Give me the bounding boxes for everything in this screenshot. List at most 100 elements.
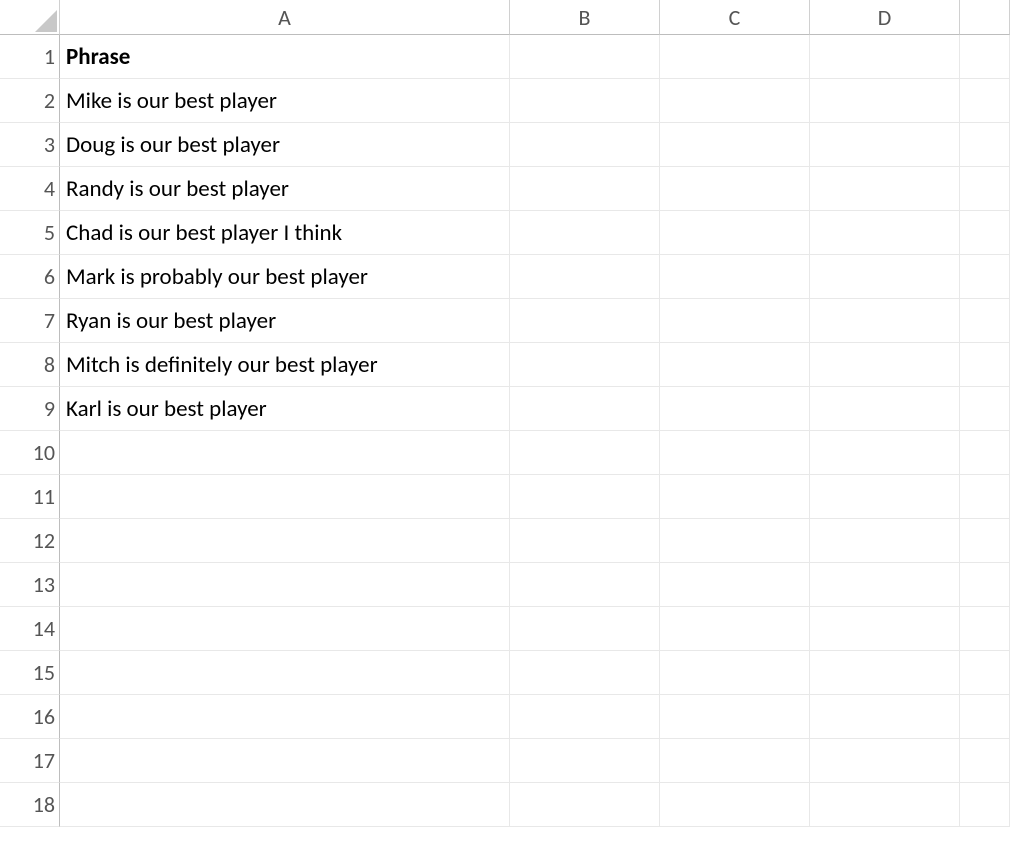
select-all-corner[interactable]: [0, 0, 60, 35]
row-header-13[interactable]: 13: [0, 563, 60, 607]
cell-A7[interactable]: Ryan is our best player: [60, 299, 510, 343]
cell-D7[interactable]: [810, 299, 960, 343]
cell-B4[interactable]: [510, 167, 660, 211]
cell-E16[interactable]: [960, 695, 1010, 739]
cell-E4[interactable]: [960, 167, 1010, 211]
cell-B11[interactable]: [510, 475, 660, 519]
cell-B18[interactable]: [510, 783, 660, 827]
row-header-6[interactable]: 6: [0, 255, 60, 299]
cell-D6[interactable]: [810, 255, 960, 299]
cell-A14[interactable]: [60, 607, 510, 651]
cell-A8[interactable]: Mitch is definitely our best player: [60, 343, 510, 387]
row-header-11[interactable]: 11: [0, 475, 60, 519]
cell-C15[interactable]: [660, 651, 810, 695]
cell-D13[interactable]: [810, 563, 960, 607]
cell-B15[interactable]: [510, 651, 660, 695]
row-header-5[interactable]: 5: [0, 211, 60, 255]
row-header-1[interactable]: 1: [0, 35, 60, 79]
row-header-9[interactable]: 9: [0, 387, 60, 431]
cell-A13[interactable]: [60, 563, 510, 607]
cell-C4[interactable]: [660, 167, 810, 211]
cell-D4[interactable]: [810, 167, 960, 211]
cell-D5[interactable]: [810, 211, 960, 255]
row-header-12[interactable]: 12: [0, 519, 60, 563]
cell-C18[interactable]: [660, 783, 810, 827]
cell-E15[interactable]: [960, 651, 1010, 695]
cell-E2[interactable]: [960, 79, 1010, 123]
cell-E1[interactable]: [960, 35, 1010, 79]
cell-B8[interactable]: [510, 343, 660, 387]
cell-B9[interactable]: [510, 387, 660, 431]
cell-B16[interactable]: [510, 695, 660, 739]
cell-E8[interactable]: [960, 343, 1010, 387]
cell-D12[interactable]: [810, 519, 960, 563]
cell-B3[interactable]: [510, 123, 660, 167]
cell-A16[interactable]: [60, 695, 510, 739]
cell-A2[interactable]: Mike is our best player: [60, 79, 510, 123]
row-header-15[interactable]: 15: [0, 651, 60, 695]
cell-B10[interactable]: [510, 431, 660, 475]
cell-C2[interactable]: [660, 79, 810, 123]
column-header-D[interactable]: D: [810, 0, 960, 35]
cell-E6[interactable]: [960, 255, 1010, 299]
column-header-partial[interactable]: [960, 0, 1010, 35]
column-header-B[interactable]: B: [510, 0, 660, 35]
cell-C10[interactable]: [660, 431, 810, 475]
cell-B12[interactable]: [510, 519, 660, 563]
cell-C1[interactable]: [660, 35, 810, 79]
cell-C7[interactable]: [660, 299, 810, 343]
row-header-10[interactable]: 10: [0, 431, 60, 475]
row-header-14[interactable]: 14: [0, 607, 60, 651]
cell-D18[interactable]: [810, 783, 960, 827]
cell-A4[interactable]: Randy is our best player: [60, 167, 510, 211]
column-header-C[interactable]: C: [660, 0, 810, 35]
cell-E10[interactable]: [960, 431, 1010, 475]
column-header-A[interactable]: A: [60, 0, 510, 35]
cell-E13[interactable]: [960, 563, 1010, 607]
cell-E11[interactable]: [960, 475, 1010, 519]
cell-A18[interactable]: [60, 783, 510, 827]
cell-A5[interactable]: Chad is our best player I think: [60, 211, 510, 255]
cell-A12[interactable]: [60, 519, 510, 563]
row-header-8[interactable]: 8: [0, 343, 60, 387]
cell-B2[interactable]: [510, 79, 660, 123]
row-header-16[interactable]: 16: [0, 695, 60, 739]
cell-C16[interactable]: [660, 695, 810, 739]
cell-C17[interactable]: [660, 739, 810, 783]
cell-A1[interactable]: Phrase: [60, 35, 510, 79]
row-header-3[interactable]: 3: [0, 123, 60, 167]
cell-D15[interactable]: [810, 651, 960, 695]
cell-D2[interactable]: [810, 79, 960, 123]
row-header-17[interactable]: 17: [0, 739, 60, 783]
cell-E12[interactable]: [960, 519, 1010, 563]
cell-D16[interactable]: [810, 695, 960, 739]
cell-C9[interactable]: [660, 387, 810, 431]
cell-D8[interactable]: [810, 343, 960, 387]
cell-E5[interactable]: [960, 211, 1010, 255]
cell-B17[interactable]: [510, 739, 660, 783]
cell-C11[interactable]: [660, 475, 810, 519]
cell-D11[interactable]: [810, 475, 960, 519]
cell-D3[interactable]: [810, 123, 960, 167]
cell-B1[interactable]: [510, 35, 660, 79]
cell-C13[interactable]: [660, 563, 810, 607]
cell-E3[interactable]: [960, 123, 1010, 167]
cell-D9[interactable]: [810, 387, 960, 431]
cell-D17[interactable]: [810, 739, 960, 783]
cell-B7[interactable]: [510, 299, 660, 343]
cell-C8[interactable]: [660, 343, 810, 387]
cell-E7[interactable]: [960, 299, 1010, 343]
cell-A15[interactable]: [60, 651, 510, 695]
row-header-18[interactable]: 18: [0, 783, 60, 827]
cell-E18[interactable]: [960, 783, 1010, 827]
cell-E9[interactable]: [960, 387, 1010, 431]
cell-A10[interactable]: [60, 431, 510, 475]
cell-D14[interactable]: [810, 607, 960, 651]
cell-C5[interactable]: [660, 211, 810, 255]
cell-C3[interactable]: [660, 123, 810, 167]
cell-A17[interactable]: [60, 739, 510, 783]
row-header-2[interactable]: 2: [0, 79, 60, 123]
row-header-4[interactable]: 4: [0, 167, 60, 211]
cell-C12[interactable]: [660, 519, 810, 563]
cell-E14[interactable]: [960, 607, 1010, 651]
